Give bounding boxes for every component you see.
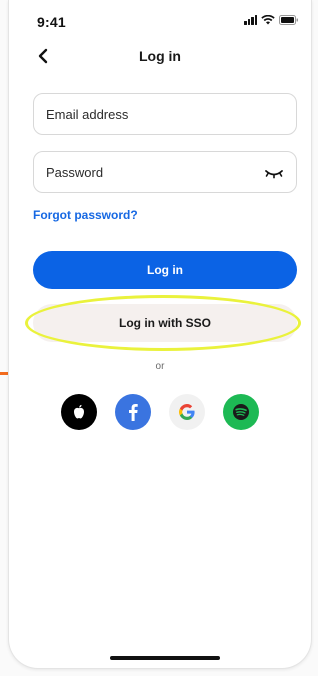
battery-icon <box>279 15 299 25</box>
apple-icon <box>74 404 84 419</box>
email-input[interactable] <box>46 94 256 134</box>
social-login-row <box>9 394 311 430</box>
apple-login-button[interactable] <box>61 394 97 430</box>
password-input[interactable] <box>46 152 256 192</box>
password-field[interactable] <box>33 151 297 193</box>
facebook-login-button[interactable] <box>115 394 151 430</box>
page-title: Log in <box>139 48 181 64</box>
home-indicator <box>110 656 220 660</box>
sso-login-button[interactable]: Log in with SSO <box>33 304 297 342</box>
google-icon <box>179 404 195 420</box>
spotify-login-button[interactable] <box>223 394 259 430</box>
spotify-icon <box>233 404 249 420</box>
login-button[interactable]: Log in <box>33 251 297 289</box>
wifi-icon <box>261 15 275 25</box>
nav-header: Log in <box>9 40 311 74</box>
status-bar: 9:41 <box>9 0 311 40</box>
or-divider: or <box>155 361 165 372</box>
eye-closed-icon <box>265 170 283 179</box>
status-icons <box>244 14 299 26</box>
email-field[interactable] <box>33 93 297 135</box>
google-login-button[interactable] <box>169 394 205 430</box>
screen: 9:41 Log in Email address Forgot passwor… <box>0 0 318 676</box>
show-password-toggle[interactable] <box>264 165 284 181</box>
cellular-signal-icon <box>244 15 257 25</box>
status-time: 9:41 <box>37 14 66 30</box>
forgot-password-link[interactable]: Forgot password? <box>33 208 138 222</box>
phone-frame: 9:41 Log in Email address Forgot passwor… <box>8 0 312 669</box>
facebook-icon <box>129 404 138 421</box>
